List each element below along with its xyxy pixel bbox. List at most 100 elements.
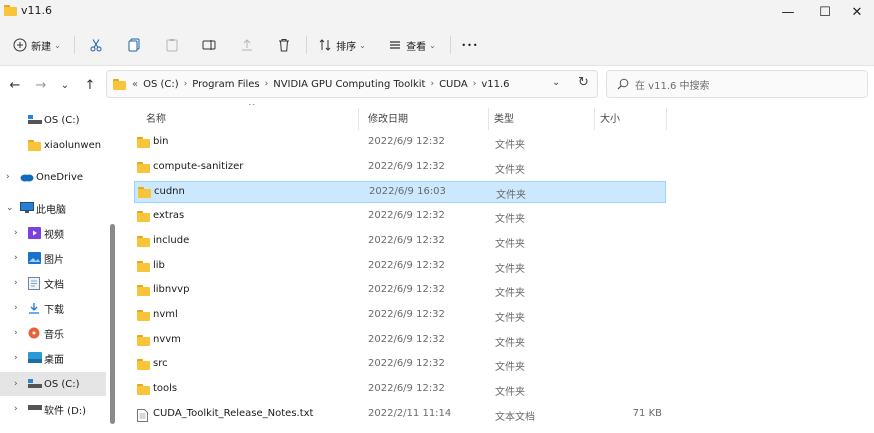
- file-type: 文件夹: [495, 214, 525, 226]
- table-row[interactable]: cudnn 2022/6/9 16:03 文件夹: [134, 181, 666, 204]
- recent-locations-button[interactable]: ⌄: [55, 75, 75, 95]
- sidebar-item-desktop[interactable]: › 桌面: [0, 346, 106, 370]
- column-header-type[interactable]: 类型: [494, 110, 514, 125]
- cut-button[interactable]: [84, 32, 108, 58]
- music-icon: [28, 327, 42, 339]
- chevron-right-icon[interactable]: ›: [14, 404, 22, 414]
- column-divider[interactable]: [666, 108, 667, 130]
- breadcrumb-item[interactable]: CUDA: [439, 79, 468, 90]
- file-date: 2022/6/9 12:32: [368, 210, 445, 222]
- column-divider[interactable]: [488, 108, 489, 130]
- file-date: 2022/6/9 12:32: [368, 259, 445, 271]
- video-icon: [28, 227, 42, 239]
- table-row[interactable]: bin 2022/6/9 12:32 文件夹: [134, 132, 666, 154]
- file-date: 2022/6/9 12:32: [368, 383, 445, 394]
- computer-icon: [20, 202, 34, 214]
- table-row[interactable]: CUDA_Toolkit_Release_Notes.txt 2022/2/11 …: [134, 404, 666, 426]
- sidebar-item-software-d[interactable]: › 软件 (D:): [0, 397, 106, 421]
- address-dropdown-icon[interactable]: ⌄: [552, 77, 560, 88]
- table-row[interactable]: extras 2022/6/9 12:32 文件夹: [134, 206, 666, 228]
- share-button[interactable]: [235, 32, 259, 58]
- maximize-button[interactable]: ☐: [808, 0, 842, 24]
- sort-button[interactable]: 排序 ⌄: [314, 32, 370, 58]
- sidebar-item-music[interactable]: › 音乐: [0, 321, 106, 345]
- sidebar-item-label: xiaolunwen: [44, 139, 102, 151]
- sidebar-item-this-pc[interactable]: ⌄ 此电脑: [0, 196, 106, 220]
- breadcrumb-item[interactable]: Program Files: [192, 79, 259, 90]
- search-box[interactable]: 在 v11.6 中搜索: [606, 70, 868, 98]
- sidebar-scrollbar[interactable]: [110, 224, 115, 424]
- chevron-down-icon[interactable]: ⌄: [6, 203, 14, 213]
- refresh-icon[interactable]: ↻: [578, 75, 589, 90]
- table-row[interactable]: nvml 2022/6/9 12:32 文件夹: [134, 305, 666, 327]
- chevron-right-icon[interactable]: ›: [14, 278, 22, 288]
- table-row[interactable]: nvvm 2022/6/9 12:32 文件夹: [134, 330, 666, 352]
- minimize-button[interactable]: —: [771, 0, 805, 24]
- column-header-name[interactable]: 名称: [146, 110, 166, 125]
- sidebar-item-label: 视频: [44, 229, 64, 241]
- chevron-right-icon[interactable]: ›: [14, 228, 22, 238]
- breadcrumb-item[interactable]: NVIDIA GPU Computing Toolkit: [273, 79, 425, 90]
- chevron-right-icon[interactable]: ›: [14, 379, 22, 389]
- column-divider[interactable]: [358, 108, 359, 130]
- chevron-right-icon[interactable]: ›: [14, 353, 22, 363]
- file-type: 文本文档: [495, 411, 535, 423]
- breadcrumb-item[interactable]: OS (C:): [143, 79, 179, 90]
- new-button[interactable]: 新建 ⌄: [8, 32, 66, 58]
- chevron-right-icon[interactable]: ›: [430, 79, 434, 89]
- table-row[interactable]: tools 2022/6/9 12:32 文件夹: [134, 379, 666, 401]
- arrow-left-icon: ←: [9, 77, 21, 93]
- delete-button[interactable]: [272, 32, 296, 58]
- forward-button[interactable]: →: [31, 75, 51, 95]
- back-button[interactable]: ←: [5, 75, 25, 95]
- chevron-right-icon[interactable]: ›: [14, 253, 22, 263]
- chevron-right-icon[interactable]: ›: [265, 79, 269, 89]
- view-icon: [390, 41, 401, 49]
- column-divider[interactable]: [594, 108, 595, 130]
- view-button[interactable]: 查看 ⌄: [384, 32, 440, 58]
- rename-button[interactable]: [197, 32, 221, 58]
- sidebar-item-label: OS (C:): [44, 114, 80, 126]
- column-header-date[interactable]: 修改日期: [368, 110, 408, 125]
- column-header-size[interactable]: 大小: [600, 110, 620, 125]
- chevron-right-icon[interactable]: ›: [6, 172, 14, 182]
- folder-icon: [137, 235, 150, 247]
- table-row[interactable]: lib 2022/6/9 12:32 文件夹: [134, 256, 666, 278]
- copy-button[interactable]: [122, 32, 146, 58]
- table-row[interactable]: src 2022/6/9 12:32 文件夹: [134, 354, 666, 376]
- plus-circle-icon: [13, 38, 27, 52]
- sidebar-item-pictures[interactable]: › 图片: [0, 246, 106, 270]
- sidebar-item-downloads[interactable]: › 下载: [0, 296, 106, 320]
- minimize-icon: —: [781, 4, 795, 20]
- chevron-right-icon[interactable]: ›: [14, 328, 22, 338]
- text-file-icon: [137, 408, 150, 422]
- breadcrumb-overflow[interactable]: «: [132, 79, 138, 90]
- address-bar[interactable]: « OS (C:) › Program Files › NVIDIA GPU C…: [106, 70, 598, 98]
- more-button[interactable]: •••: [456, 32, 484, 58]
- file-date: 2022/6/9 12:32: [368, 358, 445, 370]
- sidebar-item-videos[interactable]: › 视频: [0, 221, 106, 245]
- file-date: 2022/2/11 11:14: [368, 407, 452, 419]
- file-date: 2022/6/9 12:32: [368, 160, 445, 172]
- table-row[interactable]: libnvvp 2022/6/9 12:32 文件夹: [134, 280, 666, 302]
- close-button[interactable]: ✕: [840, 0, 874, 24]
- sidebar-item-os-c[interactable]: OS (C:): [0, 108, 106, 132]
- breadcrumb-item[interactable]: v11.6: [481, 79, 509, 90]
- chevron-right-icon[interactable]: ›: [14, 303, 22, 313]
- file-type: 文件夹: [495, 164, 525, 176]
- file-type: 文件夹: [495, 312, 525, 324]
- search-icon: [617, 78, 629, 90]
- table-row[interactable]: include 2022/6/9 12:32 文件夹: [134, 231, 666, 253]
- chevron-right-icon[interactable]: ›: [184, 79, 188, 89]
- file-name: CUDA_Toolkit_Release_Notes.txt: [153, 407, 314, 419]
- sidebar-item-documents[interactable]: › 文档: [0, 271, 106, 295]
- arrow-up-icon: ↑: [84, 77, 96, 93]
- sidebar-item-xiaolunwen[interactable]: xiaolunwen: [0, 133, 106, 157]
- table-row[interactable]: compute-sanitizer 2022/6/9 12:32 文件夹: [134, 157, 666, 179]
- folder-icon: [137, 384, 150, 395]
- sidebar-item-onedrive[interactable]: › OneDrive: [0, 165, 106, 189]
- chevron-right-icon[interactable]: ›: [473, 79, 477, 89]
- sidebar-item-os-c-drive[interactable]: › OS (C:): [0, 372, 106, 396]
- paste-button[interactable]: [160, 32, 184, 58]
- up-button[interactable]: ↑: [80, 75, 100, 95]
